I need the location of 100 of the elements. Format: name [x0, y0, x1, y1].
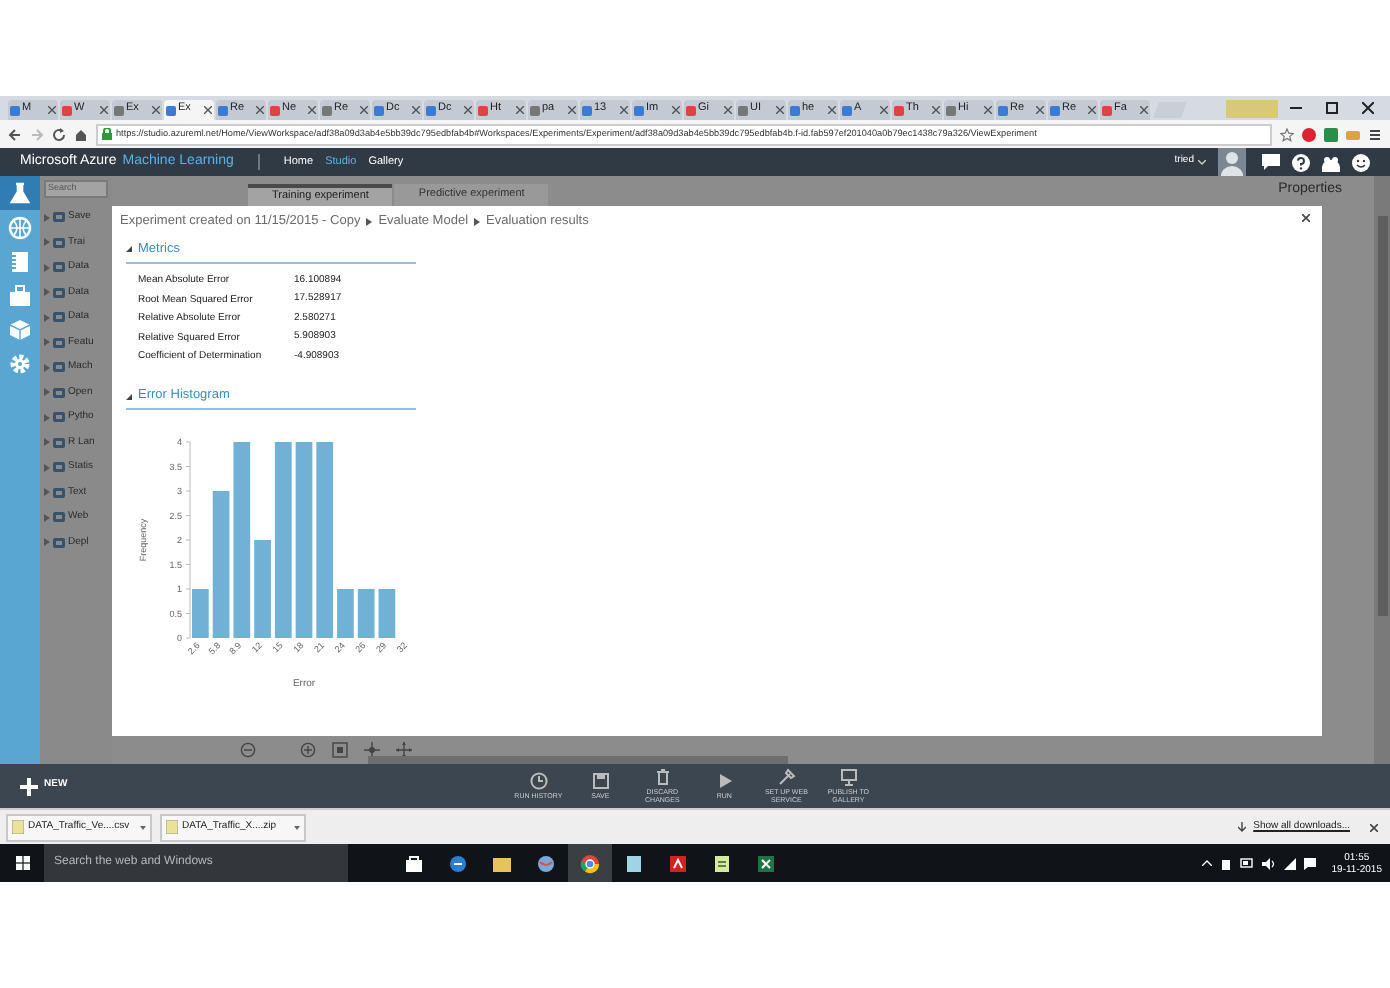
play-icon — [715, 772, 734, 790]
spreadsheet-icon[interactable] — [756, 853, 776, 873]
favicon-icon — [582, 105, 592, 115]
close-icon[interactable] — [1370, 823, 1378, 831]
favicon-icon — [686, 105, 696, 115]
favicon-icon — [426, 105, 436, 115]
module-icon — [52, 335, 66, 350]
download-icon — [1237, 822, 1246, 832]
collapse-icon[interactable] — [126, 393, 132, 400]
close-icon[interactable] — [1362, 102, 1374, 114]
pdf-icon[interactable] — [668, 853, 688, 873]
favicon-icon — [270, 105, 280, 115]
file-icon — [12, 820, 24, 834]
close-icon[interactable] — [1302, 214, 1310, 222]
scrollbar[interactable] — [1377, 216, 1387, 616]
caret-icon[interactable] — [1198, 159, 1206, 165]
battery-icon[interactable] — [1239, 858, 1254, 868]
usb-icon[interactable] — [1219, 857, 1232, 869]
favicon-icon — [738, 105, 748, 115]
favicon-icon — [998, 105, 1008, 115]
favicon-icon — [790, 105, 800, 115]
module-icon — [52, 260, 66, 275]
plus-icon — [20, 777, 38, 795]
histogram-bar — [378, 589, 396, 638]
favicon-icon — [322, 105, 332, 115]
histogram-bar — [254, 540, 271, 638]
histogram-bar — [192, 589, 209, 638]
notebook-icon[interactable] — [8, 249, 32, 273]
chevron-icon[interactable] — [1201, 860, 1212, 866]
favicon-icon — [374, 105, 384, 115]
favicon-icon — [10, 105, 20, 115]
volume-icon[interactable] — [1261, 857, 1276, 869]
module-icon — [52, 285, 66, 300]
reload-icon[interactable] — [52, 127, 66, 141]
pan-icon[interactable] — [396, 742, 412, 758]
chat-icon[interactable] — [1262, 154, 1280, 170]
file-icon — [166, 820, 178, 834]
clock-icon — [529, 772, 548, 790]
favicon-icon — [166, 105, 176, 115]
favicon-icon — [478, 105, 488, 115]
module-icon — [52, 510, 66, 525]
module-icon — [52, 385, 66, 400]
folder-icon[interactable] — [492, 853, 512, 873]
favicon-icon — [218, 105, 228, 115]
signal-icon[interactable] — [1283, 857, 1296, 869]
module-icon — [52, 360, 66, 375]
save-icon — [591, 772, 610, 790]
chevron-icon — [474, 218, 481, 226]
module-icon — [52, 410, 66, 425]
module-icon — [52, 235, 66, 250]
people-icon[interactable] — [1322, 153, 1340, 171]
store-icon[interactable] — [404, 853, 424, 873]
favicon-icon — [1050, 105, 1060, 115]
caret-icon[interactable] — [294, 825, 300, 829]
maximize-icon[interactable] — [1326, 102, 1338, 114]
close-icon[interactable] — [204, 106, 212, 114]
wrench-icon — [777, 768, 796, 786]
settings-icon[interactable] — [8, 351, 32, 375]
chrome-icon[interactable] — [580, 853, 600, 873]
zoom-out-icon[interactable] — [240, 742, 256, 758]
smiley-icon[interactable] — [1352, 153, 1370, 171]
zoom-in-icon[interactable] — [300, 742, 316, 758]
collapse-icon[interactable] — [126, 246, 132, 253]
histogram-bar — [357, 589, 375, 638]
message-icon[interactable] — [1303, 857, 1316, 869]
scrollbar[interactable] — [368, 756, 788, 764]
help-icon[interactable] — [1292, 153, 1310, 171]
move-icon[interactable] — [364, 742, 380, 758]
favicon-icon — [946, 105, 956, 115]
bag-icon[interactable] — [8, 283, 32, 307]
favicon-icon — [62, 105, 72, 115]
avatar-icon[interactable] — [1218, 148, 1246, 176]
caret-icon[interactable] — [140, 825, 146, 829]
histogram-bar — [337, 589, 354, 638]
module-icon — [52, 210, 66, 225]
star-icon[interactable] — [1280, 127, 1294, 141]
favicon-icon — [114, 105, 124, 115]
module-icon — [52, 310, 66, 325]
globe-icon[interactable] — [536, 853, 556, 873]
menu-icon[interactable] — [1368, 127, 1382, 141]
lock-icon — [102, 128, 112, 140]
back-icon[interactable] — [8, 127, 22, 141]
favicon-icon — [634, 105, 644, 115]
document-icon[interactable] — [712, 853, 732, 873]
windows-icon[interactable] — [15, 856, 29, 870]
favicon-icon — [894, 105, 904, 115]
favicon-icon — [1102, 105, 1112, 115]
favicon-icon — [530, 105, 540, 115]
cube-icon[interactable] — [8, 317, 32, 341]
module-icon — [52, 460, 66, 475]
notepad-icon[interactable] — [624, 853, 644, 873]
chevron-icon — [366, 218, 373, 226]
trash-icon — [653, 768, 672, 786]
flask-icon[interactable] — [8, 181, 32, 205]
module-icon — [52, 535, 66, 550]
monitor-icon — [839, 768, 858, 786]
module-icon — [52, 485, 66, 500]
minimize-icon[interactable] — [1290, 102, 1302, 114]
home-icon[interactable] — [74, 127, 88, 141]
fit-icon[interactable] — [332, 742, 348, 758]
